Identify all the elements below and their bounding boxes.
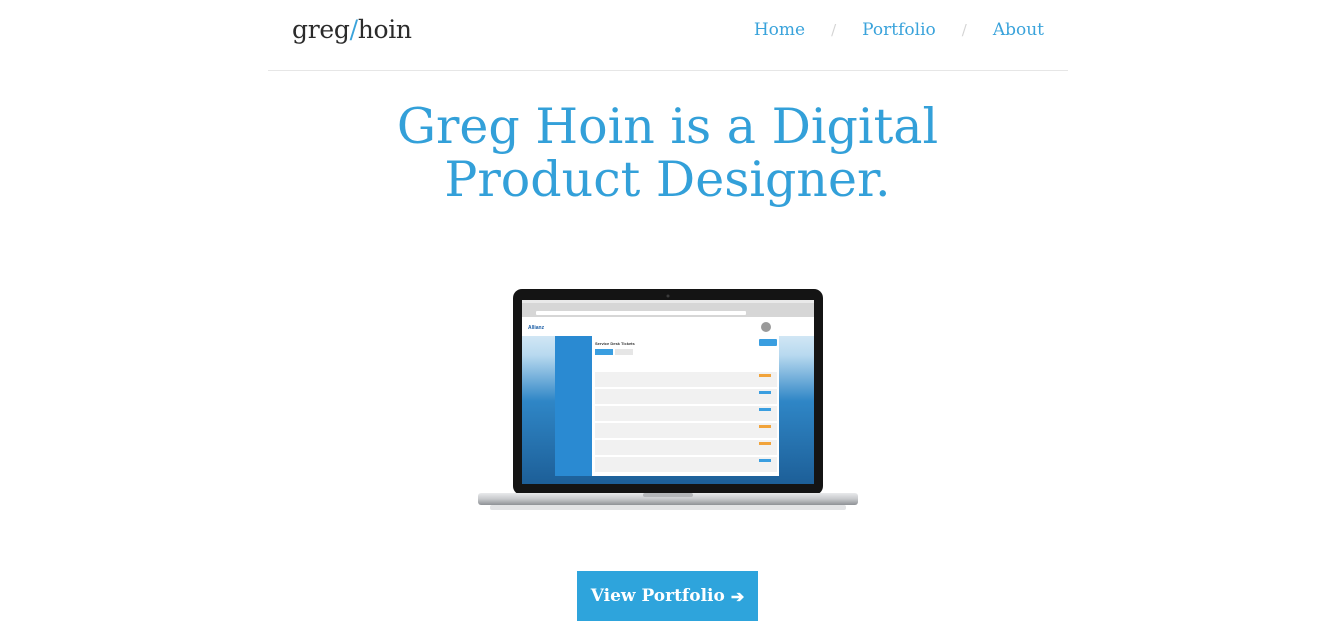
new-ticket-button (759, 339, 777, 346)
laptop-image: Allianz Service Desk Tickets (478, 289, 858, 510)
address-bar (536, 311, 746, 315)
app-brand-text: Allianz (528, 325, 545, 331)
laptop-camera (666, 294, 670, 298)
unassigned-tab (615, 349, 633, 355)
menu-bar (522, 300, 814, 303)
nav-home-link[interactable]: Home (754, 20, 805, 40)
arrow-right-icon: ➔ (730, 586, 745, 606)
logo-first: greg (292, 15, 350, 44)
site-header: greg/hoin Home / Portfolio / About (268, 0, 1068, 71)
nav-portfolio-link[interactable]: Portfolio (862, 20, 936, 40)
app-sidebar (555, 336, 592, 476)
laptop-shadow (490, 505, 846, 510)
nav-about-link[interactable]: About (993, 20, 1044, 40)
nav-separator: / (831, 21, 837, 39)
hero-title: Greg Hoin is a Digital Product Designer. (0, 100, 1335, 206)
hero-title-line-2: Product Designer. (444, 151, 891, 208)
laptop-notch (643, 493, 693, 497)
view-portfolio-button[interactable]: View Portfolio ➔ (577, 571, 758, 621)
view-portfolio-label: View Portfolio (590, 586, 725, 606)
my-tickets-tab (595, 349, 613, 355)
nav-separator: / (961, 21, 967, 39)
logo-last: hoin (357, 15, 412, 44)
main-nav: Home / Portfolio / About (754, 20, 1044, 40)
hero-title-line-1: Greg Hoin is a Digital (396, 98, 939, 155)
site-logo[interactable]: greg/hoin (292, 15, 412, 44)
app-avatar (761, 322, 771, 332)
panel-title-text: Service Desk Tickets (595, 341, 636, 346)
logo-slash: / (349, 15, 358, 44)
